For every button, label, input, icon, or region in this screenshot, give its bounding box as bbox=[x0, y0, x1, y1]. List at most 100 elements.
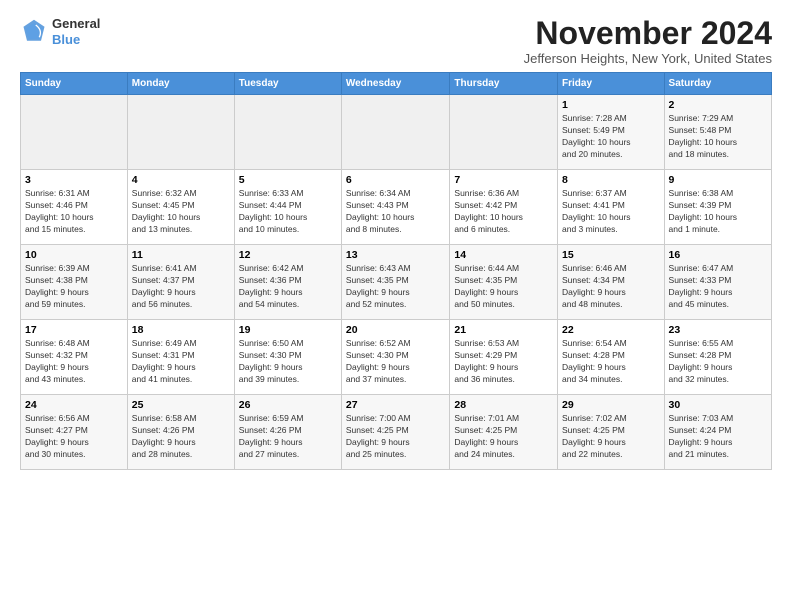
day-cell: 1 Sunrise: 7:28 AM Sunset: 5:49 PM Daylig… bbox=[558, 95, 665, 170]
week-row-1: 1 Sunrise: 7:28 AM Sunset: 5:49 PM Daylig… bbox=[21, 95, 772, 170]
day-number: 16 bbox=[669, 249, 767, 261]
day-info: Sunrise: 6:47 AM Sunset: 4:33 PM Dayligh… bbox=[669, 263, 767, 311]
col-header-tuesday: Tuesday bbox=[234, 73, 341, 95]
month-title: November 2024 bbox=[524, 16, 772, 51]
day-number: 18 bbox=[132, 324, 230, 336]
location: Jefferson Heights, New York, United Stat… bbox=[524, 51, 772, 66]
logo-text-blue: Blue bbox=[52, 32, 100, 48]
day-number: 20 bbox=[346, 324, 446, 336]
day-cell: 17Sunrise: 6:48 AM Sunset: 4:32 PM Dayli… bbox=[21, 320, 128, 395]
day-number: 3 bbox=[25, 174, 123, 186]
day-number: 4 bbox=[132, 174, 230, 186]
day-cell bbox=[341, 95, 450, 170]
day-number: 12 bbox=[239, 249, 337, 261]
day-number: 5 bbox=[239, 174, 337, 186]
day-cell: 13 Sunrise: 6:43 AM Sunset: 4:35 PM Dayli… bbox=[341, 245, 450, 320]
day-info: Sunrise: 6:31 AM Sunset: 4:46 PM Dayligh… bbox=[25, 188, 123, 236]
day-number: 10 bbox=[25, 249, 123, 261]
day-info: Sunrise: 6:33 AM Sunset: 4:44 PM Dayligh… bbox=[239, 188, 337, 236]
day-cell: 27Sunrise: 7:00 AM Sunset: 4:25 PM Dayli… bbox=[341, 395, 450, 470]
day-number: 2 bbox=[669, 99, 767, 111]
day-info: Sunrise: 6:52 AM Sunset: 4:30 PM Dayligh… bbox=[346, 338, 446, 386]
day-number: 15 bbox=[562, 249, 660, 261]
day-cell: 23 Sunrise: 6:55 AM Sunset: 4:28 PM Dayli… bbox=[664, 320, 771, 395]
day-info: Sunrise: 6:41 AM Sunset: 4:37 PM Dayligh… bbox=[132, 263, 230, 311]
week-row-3: 10Sunrise: 6:39 AM Sunset: 4:38 PM Dayli… bbox=[21, 245, 772, 320]
day-info: Sunrise: 6:38 AM Sunset: 4:39 PM Dayligh… bbox=[669, 188, 767, 236]
day-cell: 11 Sunrise: 6:41 AM Sunset: 4:37 PM Dayli… bbox=[127, 245, 234, 320]
day-cell: 8Sunrise: 6:37 AM Sunset: 4:41 PM Daylig… bbox=[558, 170, 665, 245]
col-header-friday: Friday bbox=[558, 73, 665, 95]
day-info: Sunrise: 7:03 AM Sunset: 4:24 PM Dayligh… bbox=[669, 413, 767, 461]
day-cell: 10Sunrise: 6:39 AM Sunset: 4:38 PM Dayli… bbox=[21, 245, 128, 320]
day-cell: 9 Sunrise: 6:38 AM Sunset: 4:39 PM Daylig… bbox=[664, 170, 771, 245]
day-cell: 29 Sunrise: 7:02 AM Sunset: 4:25 PM Dayli… bbox=[558, 395, 665, 470]
day-cell: 7 Sunrise: 6:36 AM Sunset: 4:42 PM Daylig… bbox=[450, 170, 558, 245]
day-number: 22 bbox=[562, 324, 660, 336]
day-info: Sunrise: 6:58 AM Sunset: 4:26 PM Dayligh… bbox=[132, 413, 230, 461]
day-cell bbox=[234, 95, 341, 170]
day-info: Sunrise: 7:28 AM Sunset: 5:49 PM Dayligh… bbox=[562, 113, 660, 161]
day-cell: 22 Sunrise: 6:54 AM Sunset: 4:28 PM Dayli… bbox=[558, 320, 665, 395]
week-row-4: 17Sunrise: 6:48 AM Sunset: 4:32 PM Dayli… bbox=[21, 320, 772, 395]
day-cell: 20 Sunrise: 6:52 AM Sunset: 4:30 PM Dayli… bbox=[341, 320, 450, 395]
day-cell: 30Sunrise: 7:03 AM Sunset: 4:24 PM Dayli… bbox=[664, 395, 771, 470]
day-number: 6 bbox=[346, 174, 446, 186]
day-number: 13 bbox=[346, 249, 446, 261]
day-cell: 26 Sunrise: 6:59 AM Sunset: 4:26 PM Dayli… bbox=[234, 395, 341, 470]
day-info: Sunrise: 6:43 AM Sunset: 4:35 PM Dayligh… bbox=[346, 263, 446, 311]
day-info: Sunrise: 7:01 AM Sunset: 4:25 PM Dayligh… bbox=[454, 413, 553, 461]
day-info: Sunrise: 6:53 AM Sunset: 4:29 PM Dayligh… bbox=[454, 338, 553, 386]
week-row-5: 24Sunrise: 6:56 AM Sunset: 4:27 PM Dayli… bbox=[21, 395, 772, 470]
header: General Blue November 2024 Jefferson Hei… bbox=[20, 16, 772, 66]
day-cell bbox=[450, 95, 558, 170]
day-number: 27 bbox=[346, 399, 446, 411]
day-cell bbox=[127, 95, 234, 170]
day-number: 14 bbox=[454, 249, 553, 261]
day-cell: 2 Sunrise: 7:29 AM Sunset: 5:48 PM Daylig… bbox=[664, 95, 771, 170]
col-header-sunday: Sunday bbox=[21, 73, 128, 95]
logo-text-general: General bbox=[52, 16, 100, 32]
day-info: Sunrise: 6:32 AM Sunset: 4:45 PM Dayligh… bbox=[132, 188, 230, 236]
day-number: 26 bbox=[239, 399, 337, 411]
day-cell: 24Sunrise: 6:56 AM Sunset: 4:27 PM Dayli… bbox=[21, 395, 128, 470]
day-info: Sunrise: 6:34 AM Sunset: 4:43 PM Dayligh… bbox=[346, 188, 446, 236]
day-cell: 6 Sunrise: 6:34 AM Sunset: 4:43 PM Daylig… bbox=[341, 170, 450, 245]
day-cell: 14 Sunrise: 6:44 AM Sunset: 4:35 PM Dayli… bbox=[450, 245, 558, 320]
day-info: Sunrise: 6:36 AM Sunset: 4:42 PM Dayligh… bbox=[454, 188, 553, 236]
day-info: Sunrise: 7:29 AM Sunset: 5:48 PM Dayligh… bbox=[669, 113, 767, 161]
day-cell: 15Sunrise: 6:46 AM Sunset: 4:34 PM Dayli… bbox=[558, 245, 665, 320]
day-number: 9 bbox=[669, 174, 767, 186]
day-info: Sunrise: 6:55 AM Sunset: 4:28 PM Dayligh… bbox=[669, 338, 767, 386]
day-info: Sunrise: 6:42 AM Sunset: 4:36 PM Dayligh… bbox=[239, 263, 337, 311]
col-header-thursday: Thursday bbox=[450, 73, 558, 95]
day-info: Sunrise: 6:59 AM Sunset: 4:26 PM Dayligh… bbox=[239, 413, 337, 461]
day-cell: 12 Sunrise: 6:42 AM Sunset: 4:36 PM Dayli… bbox=[234, 245, 341, 320]
day-info: Sunrise: 6:56 AM Sunset: 4:27 PM Dayligh… bbox=[25, 413, 123, 461]
day-cell: 18 Sunrise: 6:49 AM Sunset: 4:31 PM Dayli… bbox=[127, 320, 234, 395]
day-number: 29 bbox=[562, 399, 660, 411]
col-header-monday: Monday bbox=[127, 73, 234, 95]
logo-icon bbox=[20, 18, 48, 46]
day-info: Sunrise: 6:44 AM Sunset: 4:35 PM Dayligh… bbox=[454, 263, 553, 311]
day-info: Sunrise: 6:48 AM Sunset: 4:32 PM Dayligh… bbox=[25, 338, 123, 386]
day-cell: 3 Sunrise: 6:31 AM Sunset: 4:46 PM Daylig… bbox=[21, 170, 128, 245]
day-number: 23 bbox=[669, 324, 767, 336]
day-cell: 25 Sunrise: 6:58 AM Sunset: 4:26 PM Dayli… bbox=[127, 395, 234, 470]
day-number: 11 bbox=[132, 249, 230, 261]
day-cell: 16 Sunrise: 6:47 AM Sunset: 4:33 PM Dayli… bbox=[664, 245, 771, 320]
calendar-table: SundayMondayTuesdayWednesdayThursdayFrid… bbox=[20, 72, 772, 470]
day-number: 1 bbox=[562, 99, 660, 111]
day-number: 25 bbox=[132, 399, 230, 411]
day-cell: 5 Sunrise: 6:33 AM Sunset: 4:44 PM Daylig… bbox=[234, 170, 341, 245]
day-number: 7 bbox=[454, 174, 553, 186]
day-number: 19 bbox=[239, 324, 337, 336]
col-header-wednesday: Wednesday bbox=[341, 73, 450, 95]
day-info: Sunrise: 6:50 AM Sunset: 4:30 PM Dayligh… bbox=[239, 338, 337, 386]
logo: General Blue bbox=[20, 16, 100, 47]
day-info: Sunrise: 6:49 AM Sunset: 4:31 PM Dayligh… bbox=[132, 338, 230, 386]
day-cell: 21Sunrise: 6:53 AM Sunset: 4:29 PM Dayli… bbox=[450, 320, 558, 395]
day-info: Sunrise: 7:02 AM Sunset: 4:25 PM Dayligh… bbox=[562, 413, 660, 461]
page: General Blue November 2024 Jefferson Hei… bbox=[0, 0, 792, 480]
day-info: Sunrise: 6:54 AM Sunset: 4:28 PM Dayligh… bbox=[562, 338, 660, 386]
